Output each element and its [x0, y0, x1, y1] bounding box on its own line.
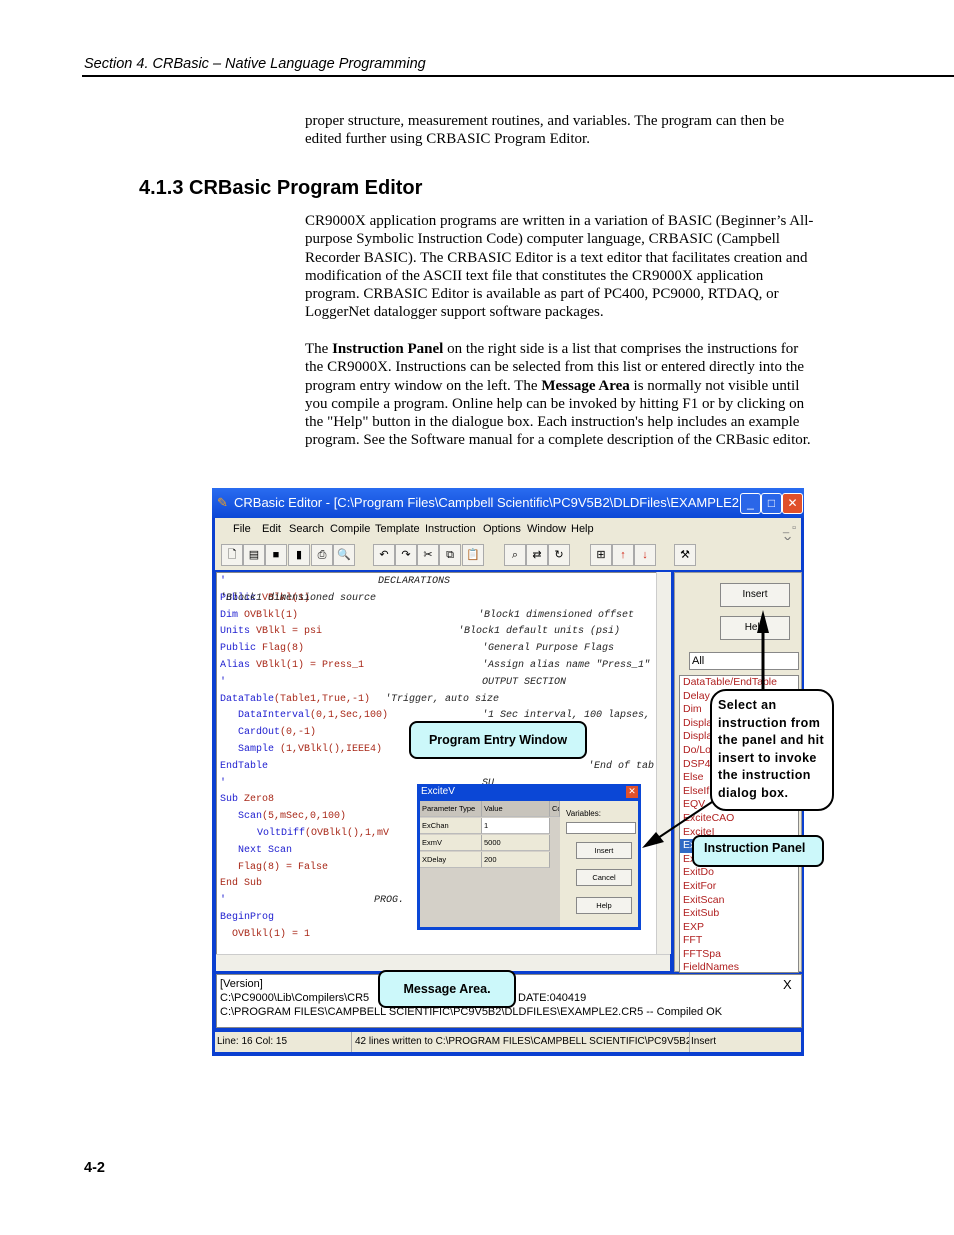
intro-paragraph: proper structure, measurement routines, … — [305, 113, 785, 148]
message-area-callout: Message Area. — [378, 970, 516, 1008]
text: The — [305, 341, 333, 357]
instruction-panel-callout: Instruction Panel — [692, 835, 824, 867]
paragraph-2: The Instruction Panel on the right side … — [305, 340, 815, 450]
crbasic-editor-screenshot: ✎ CRBasic Editor - [C:\Program Files\Cam… — [212, 488, 834, 1056]
header-rule — [82, 75, 954, 77]
document-page: Section 4. CRBasic – Native Language Pro… — [0, 0, 954, 1235]
paragraph-1: CR9000X application programs are written… — [305, 213, 814, 321]
arrowhead — [757, 610, 769, 633]
bold-term: Instruction Panel — [332, 341, 444, 357]
section-heading: 4.1.3 CRBasic Program Editor — [139, 177, 423, 199]
bold-term: Message Area — [541, 377, 630, 394]
running-header: Section 4. CRBasic – Native Language Pro… — [84, 56, 426, 72]
instruction-bubble-callout: Select an instruction from the panel and… — [710, 689, 834, 811]
program-entry-window-callout: Program Entry Window — [409, 721, 587, 759]
arrowhead — [642, 832, 664, 848]
page-number: 4-2 — [84, 1160, 105, 1176]
